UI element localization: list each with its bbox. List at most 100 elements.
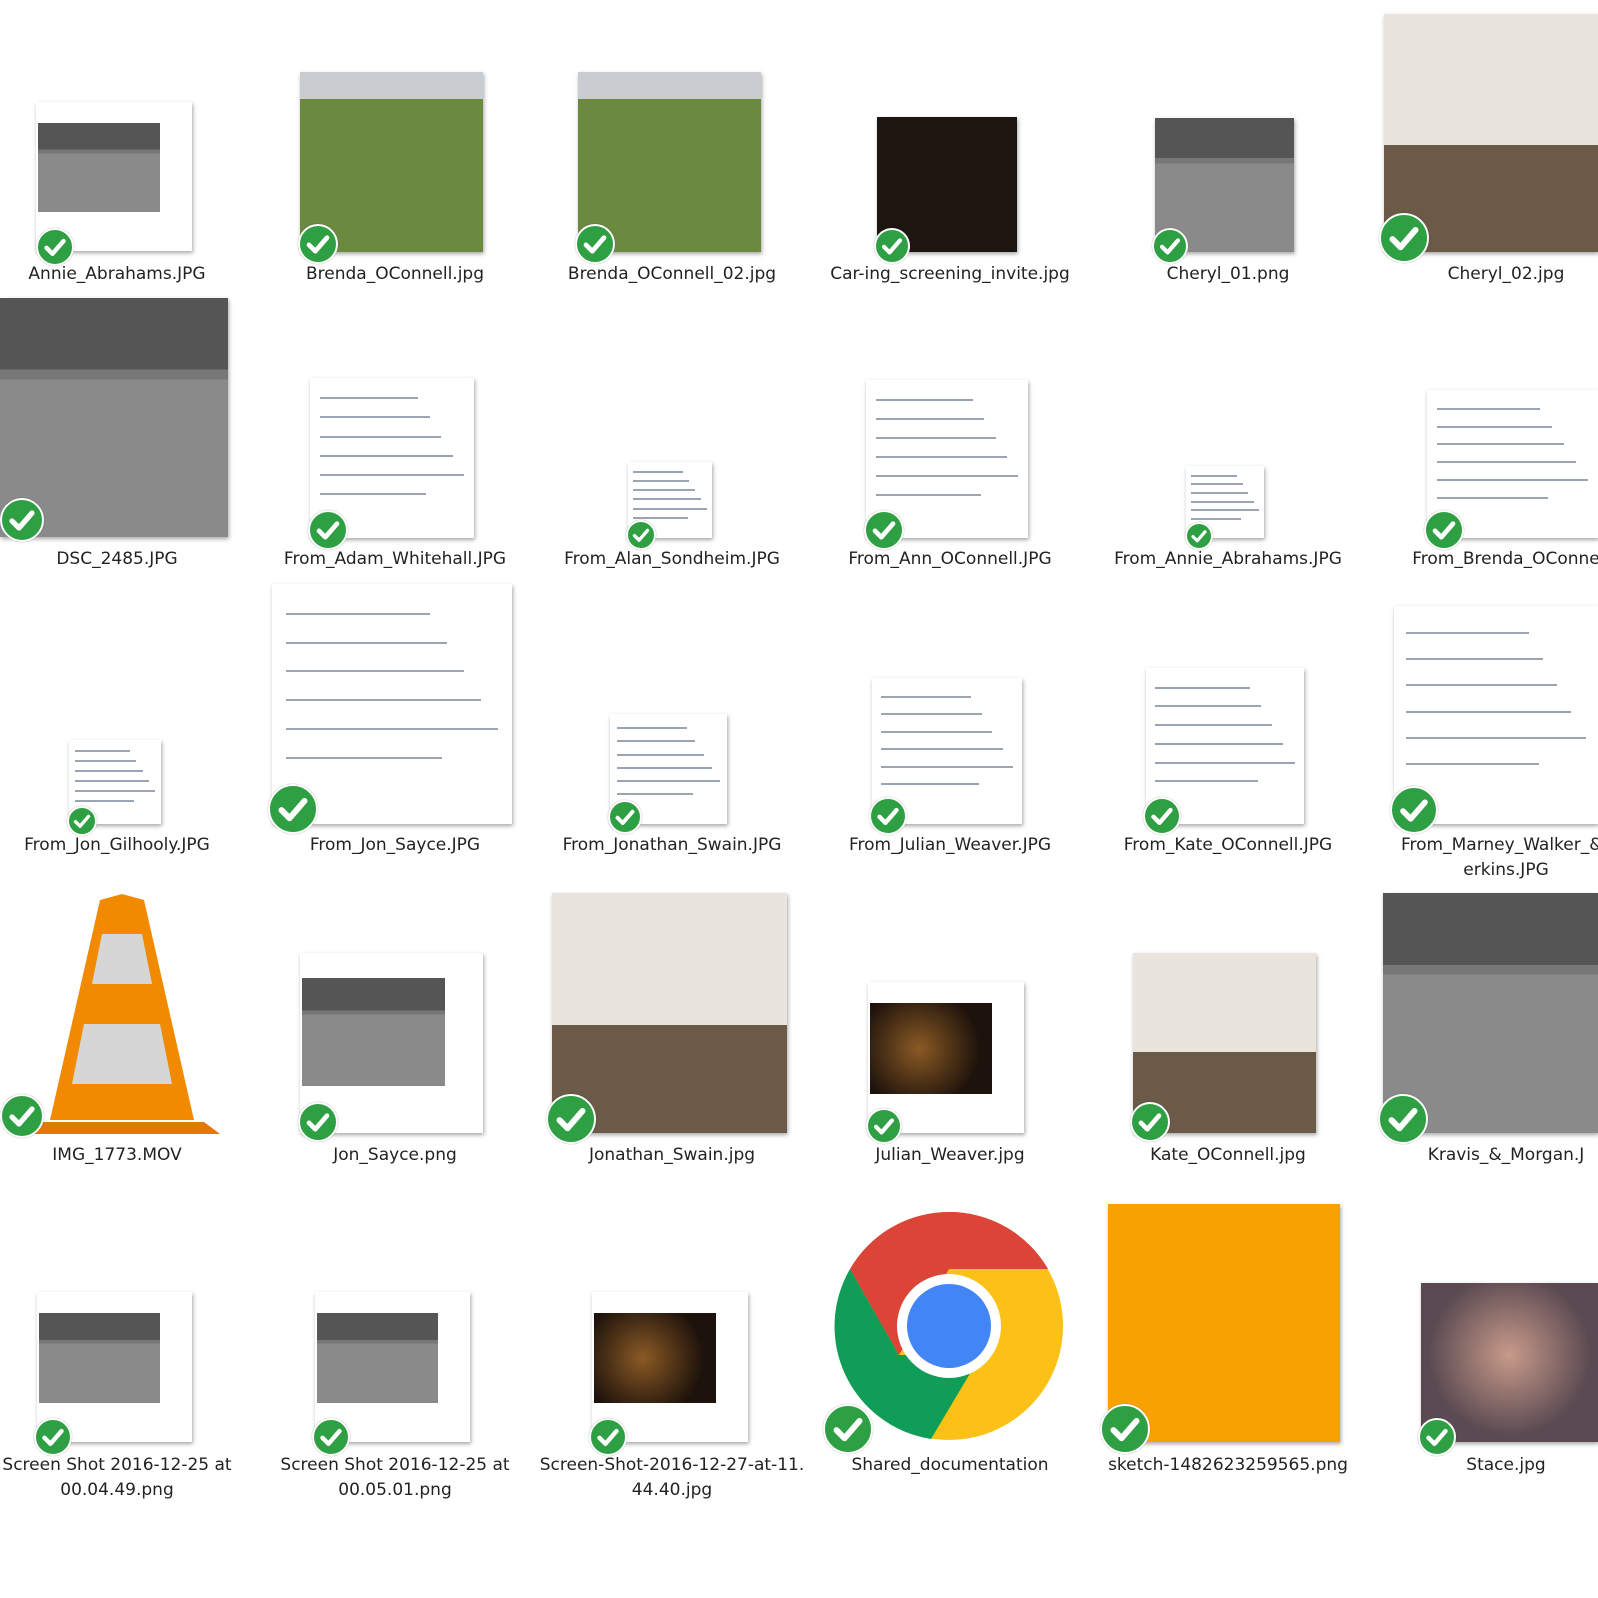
thumbnail-text-line [633,507,707,510]
thumbnail-text-line [1437,425,1552,428]
thumbnail-text-line [319,454,453,457]
file-name-label: Screen Shot 2016-12-25 at 00.05.01.png [256,1453,534,1503]
sync-check-icon [0,1094,44,1138]
file-name-line: Shared_documentation [851,1455,1049,1475]
thumbnail-image [870,1003,992,1094]
thumbnail-text-line [881,765,1013,768]
thumbnail-text-line [1406,762,1539,765]
thumbnail-text-line [319,474,465,476]
file-name-label: Screen Shot 2016-12-25 at 00.04.49.png [0,1453,256,1503]
file-name-label: IMG_1773.MOV [0,1143,256,1168]
thumbnail-text-line [875,474,1019,477]
sync-check-icon [874,228,910,264]
thumbnail-text-line [1190,474,1238,477]
thumbnail-text-line [633,516,688,519]
thumbnail-text-line [1155,761,1295,764]
sync-check-icon [298,224,338,264]
file-thumbnail[interactable] [578,72,761,252]
sync-check-icon [1378,1094,1428,1144]
thumbnail-image [38,123,160,212]
file-name-line: DSC_2485.JPG [56,549,178,569]
thumbnail-text-line [1190,500,1254,503]
file-name-line: From_Jonathan_Swain.JPG [562,835,782,855]
file-name-line: From_Alan_Sondheim.JPG [564,549,780,569]
thumbnail-image [302,978,445,1086]
file-name-line: From_Julian_Weaver.JPG [848,835,1052,855]
thumbnail-text-line [1190,517,1242,520]
file-name-label: From_Adam_Whitehall.JPG [256,547,534,572]
thumbnail-text-line [286,728,498,730]
file-name-line: From_Kate_OConnell.JPG [1123,835,1333,855]
thumbnail-text-line [617,727,688,730]
file-name-label: DSC_2485.JPG [0,547,256,572]
sync-check-icon [1418,1418,1456,1456]
thumbnail-text-line [286,756,443,759]
file-name-label: Shared_documentation [811,1453,1089,1478]
file-name-line: Screen-Shot-2016-12-27-at-11. [539,1455,805,1475]
file-name-line: From_Ann_OConnell.JPG [848,549,1052,569]
file-name-label: From_Kate_OConnell.JPG [1089,833,1367,858]
file-name-label: From_Brenda_OConne [1367,547,1598,572]
thumbnail-text-line [1437,478,1588,481]
file-name-label: From_Jon_Gilhooly.JPG [0,833,256,858]
file-thumbnail[interactable] [300,72,483,252]
thumbnail-text-line [1406,632,1529,635]
thumbnail-image [594,1313,716,1403]
thumbnail-text-line [74,760,137,763]
sync-check-icon [1143,797,1181,835]
thumbnail-text-line [74,790,156,793]
vlc-cone-icon[interactable] [20,890,224,1138]
file-name-line: From_Jon_Sayce.JPG [309,835,481,855]
file-name-label: Kate_OConnell.jpg [1089,1143,1367,1168]
sync-check-icon [626,520,656,550]
thumbnail-text-line [633,498,702,501]
thumbnail-text-line [1437,496,1549,499]
file-thumbnail[interactable] [1421,1283,1598,1442]
file-name-label: Kravis_&_Morgan.J [1367,1143,1598,1168]
thumbnail-text-line [286,641,448,644]
thumbnail-text-line [1190,483,1243,486]
sync-check-icon [1185,522,1213,550]
thumbnail-text-line [74,780,150,783]
file-name-line-2: 44.40.jpg [631,1480,713,1500]
thumbnail-text-line [875,455,1007,458]
file-name-line: sketch-1482623259565.png [1108,1455,1348,1475]
thumbnail-text-line [617,780,720,782]
file-name-label: Car-ing_screening_invite.jpg [811,262,1089,287]
file-name-line: IMG_1773.MOV [52,1145,182,1165]
thumbnail-text-line [875,493,982,496]
thumbnail-text-line [881,748,1003,751]
file-name-line-2: erkins.JPG [1463,860,1549,880]
file-name-line: From_Jon_Gilhooly.JPG [24,835,210,855]
thumbnail-text-line [633,489,696,492]
sync-check-icon [1152,228,1188,264]
sync-check-icon [823,1404,873,1454]
thumbnail-text-line [319,493,427,496]
sync-check-icon [308,510,348,550]
file-name-label: sketch-1482623259565.png [1089,1453,1367,1478]
thumbnail-text-line [286,670,464,673]
sync-check-icon [268,784,318,834]
file-name-label: Annie_Abrahams.JPG [0,262,256,287]
file-name-label: Cheryl_01.png [1089,262,1367,287]
file-name-label: Jon_Sayce.png [256,1143,534,1168]
sync-check-icon [67,806,97,836]
file-name-line: Annie_Abrahams.JPG [28,264,206,284]
thumbnail-text-line [633,480,690,483]
file-name-line: Kate_OConnell.jpg [1150,1145,1306,1165]
thumbnail-text-line [881,730,992,733]
file-name-line: From_Adam_Whitehall.JPG [283,549,507,569]
thumbnail-text-line [286,612,431,615]
file-name-label: Stace.jpg [1367,1453,1598,1478]
file-name-label: Julian_Weaver.jpg [811,1143,1089,1168]
thumbnail-text-line [617,793,694,796]
thumbnail-image [317,1313,438,1403]
sync-check-icon [1379,213,1429,263]
file-name-line: Kravis_&_Morgan.J [1427,1145,1585,1165]
file-name-label: Jonathan_Swain.jpg [533,1143,811,1168]
file-name-line: Screen Shot 2016-12-25 at [2,1455,232,1475]
file-name-label: Brenda_OConnell.jpg [256,262,534,287]
file-name-label: From_Annie_Abrahams.JPG [1089,547,1367,572]
thumbnail-text-line [1437,443,1564,446]
sync-check-icon [866,1108,902,1144]
